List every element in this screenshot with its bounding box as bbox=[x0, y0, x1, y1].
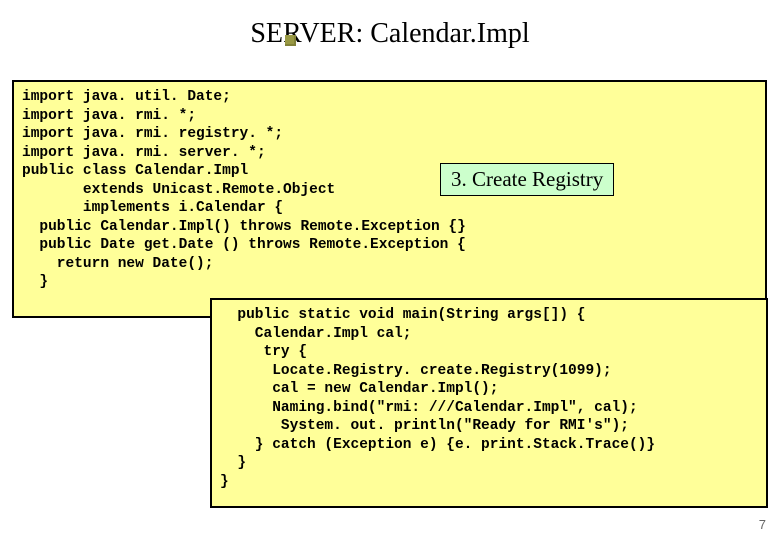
slide-title: SERVER: Calendar.Impl bbox=[0, 0, 780, 60]
slide-number: 7 bbox=[759, 517, 766, 532]
callout-create-registry: 3. Create Registry bbox=[440, 163, 614, 196]
code-block-server-class: import java. util. Date; import java. rm… bbox=[12, 80, 767, 318]
code-block-main-method: public static void main(String args[]) {… bbox=[210, 298, 768, 508]
title-bullet bbox=[285, 35, 296, 46]
